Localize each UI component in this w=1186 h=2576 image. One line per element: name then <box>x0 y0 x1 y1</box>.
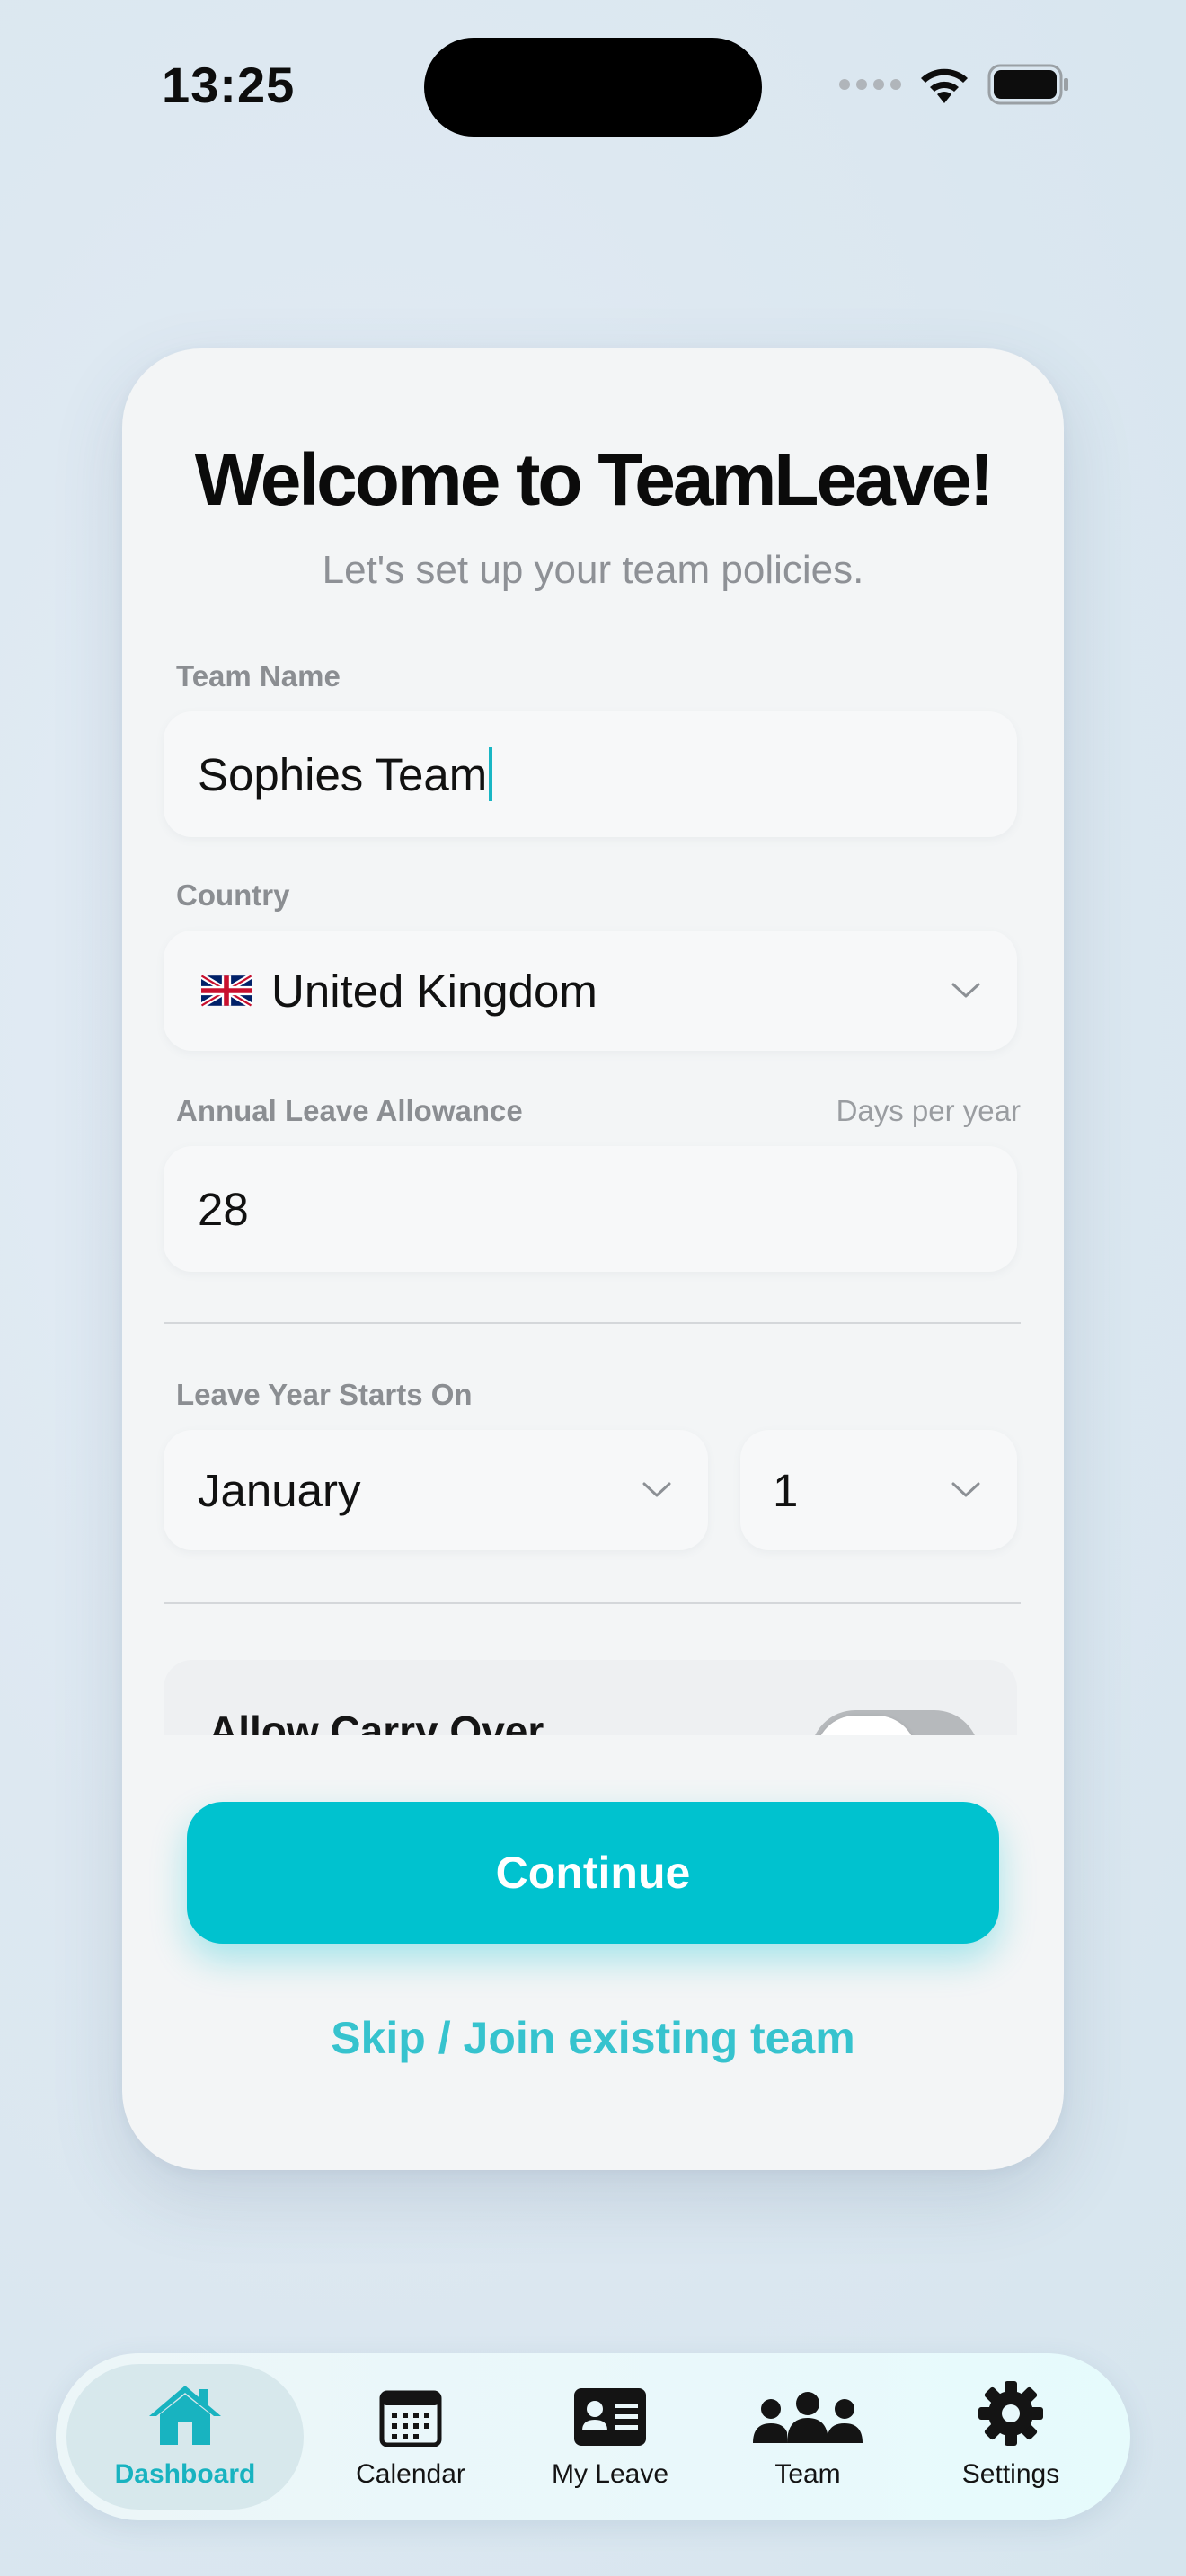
calendar-icon <box>379 2390 442 2447</box>
leave-year-month-select[interactable]: January <box>164 1430 708 1550</box>
onboarding-card: Welcome to TeamLeave! Let's set up your … <box>122 348 1064 2170</box>
text-caret <box>489 747 493 801</box>
chevron-down-icon <box>642 1482 671 1497</box>
divider <box>164 1322 1021 1324</box>
wifi-icon <box>921 68 968 103</box>
country-value: United Kingdom <box>271 965 597 1017</box>
tab-label: Calendar <box>356 2459 465 2489</box>
page-title: Welcome to TeamLeave! <box>194 439 994 521</box>
skip-join-link[interactable]: Skip / Join existing team <box>122 2012 1064 2064</box>
divider <box>164 1602 1021 1604</box>
chevron-down-icon <box>951 1482 980 1497</box>
annual-leave-label: Annual Leave Allowance <box>176 1094 523 1127</box>
status-indicators <box>839 63 1070 106</box>
team-name-label: Team Name <box>176 659 341 693</box>
annual-leave-value: 28 <box>198 1183 249 1235</box>
home-icon <box>149 2386 221 2445</box>
tab-settings[interactable]: Settings <box>911 2362 1111 2511</box>
battery-icon <box>987 64 1068 105</box>
tab-team[interactable]: Team <box>713 2362 902 2511</box>
country-label: Country <box>176 878 290 912</box>
tab-my-leave[interactable]: My Leave <box>516 2362 704 2511</box>
gear-icon <box>978 2381 1043 2446</box>
status-time: 13:25 <box>162 57 296 113</box>
dynamic-island <box>424 38 762 137</box>
tab-dashboard[interactable]: Dashboard <box>66 2362 304 2511</box>
tab-label: Team <box>774 2459 841 2489</box>
page-subtitle: Let's set up your team policies. <box>322 548 864 592</box>
team-name-value: Sophies Team <box>198 748 488 800</box>
id-card-icon <box>574 2388 646 2446</box>
chevron-down-icon <box>951 983 980 998</box>
country-select[interactable]: United Kingdom <box>164 931 1017 1051</box>
scroll-area[interactable]: Allow Carry Over <box>164 1660 1017 1735</box>
tab-label: My Leave <box>551 2459 669 2489</box>
tab-calendar[interactable]: Calendar <box>316 2362 505 2511</box>
tab-label: Settings <box>961 2459 1060 2489</box>
annual-leave-input[interactable]: 28 <box>164 1146 1017 1272</box>
leave-year-day-select[interactable]: 1 <box>740 1430 1017 1550</box>
carry-over-toggle[interactable] <box>810 1710 979 1735</box>
cellular-signal-icon <box>839 79 901 90</box>
annual-leave-hint: Days per year <box>836 1094 1021 1127</box>
uk-flag-icon <box>201 975 252 1007</box>
leave-year-day-value: 1 <box>773 1464 799 1516</box>
tab-bar: Dashboard Calendar My Leave Team Setting… <box>56 2353 1130 2520</box>
team-icon <box>753 2392 863 2443</box>
toggle-knob <box>816 1716 916 1735</box>
continue-button[interactable]: Continue <box>187 1802 999 1944</box>
carry-over-label: Allow Carry Over <box>208 1707 544 1735</box>
carry-over-row: Allow Carry Over <box>164 1660 1017 1735</box>
leave-year-label: Leave Year Starts On <box>176 1378 473 1411</box>
team-name-input[interactable]: Sophies Team <box>164 711 1017 837</box>
tab-label: Dashboard <box>114 2459 256 2489</box>
leave-year-month-value: January <box>198 1464 361 1516</box>
